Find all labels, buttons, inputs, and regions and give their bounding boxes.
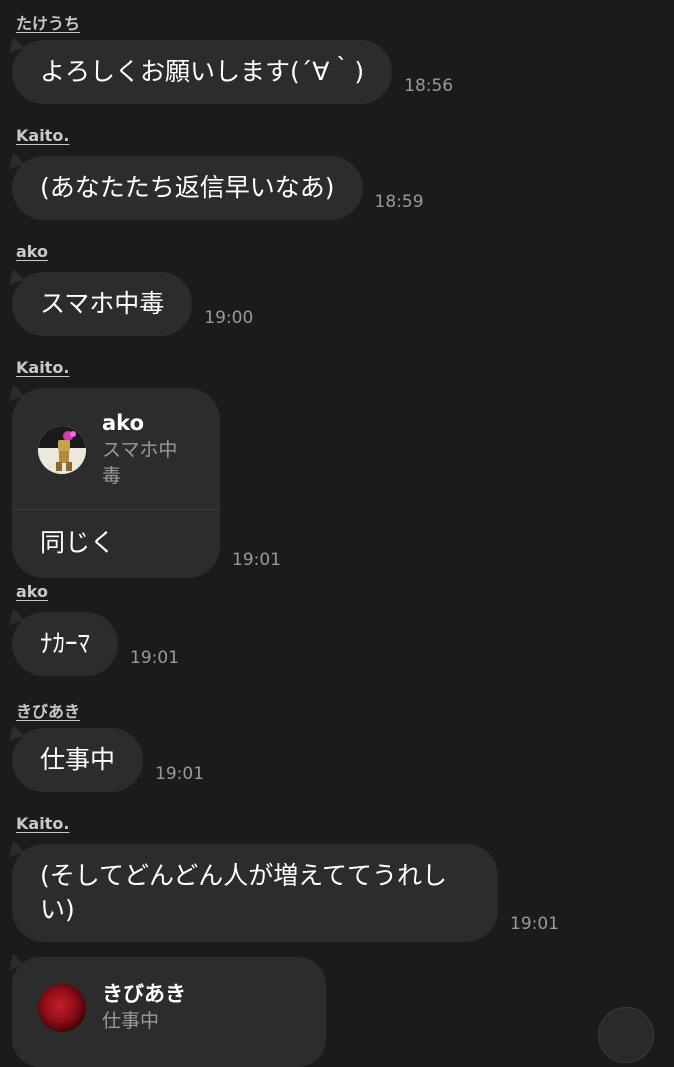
message-time: 19:01 <box>510 914 559 934</box>
message-text: 同じく <box>40 528 116 557</box>
message-time: 19:01 <box>130 648 180 668</box>
sender-name[interactable]: ako <box>16 242 48 261</box>
sender-name[interactable]: Kaito. <box>16 358 69 377</box>
sender-name[interactable]: Kaito. <box>16 814 69 833</box>
message-bubble[interactable]: (あなたたち返信早いなあ) <box>12 156 363 220</box>
quoted-message-text: 仕事中 <box>102 1010 160 1032</box>
sender-name[interactable]: Kaito. <box>16 126 69 145</box>
message-bubble[interactable]: 仕事中 <box>12 728 144 792</box>
reply-message-bubble[interactable]: きびあき 仕事中 <box>12 957 326 1067</box>
message-time: 18:56 <box>404 76 454 96</box>
quoted-sender-name: きびあき <box>102 982 186 1006</box>
message-bubble[interactable]: ﾅｶｰﾏ <box>12 612 119 676</box>
quoted-message[interactable]: きびあき 仕事中 <box>12 957 326 1054</box>
message-time: 18:59 <box>374 192 424 212</box>
cartoon-character-avatar-icon <box>38 425 86 474</box>
quoted-message-text: スマホ中毒 <box>102 439 178 487</box>
message-bubble[interactable]: よろしくお願いします(´∀｀) <box>12 40 393 104</box>
reply-message-bubble[interactable]: ako スマホ中毒 同じく <box>12 388 220 578</box>
message-time: 19:00 <box>204 308 254 328</box>
message-bubble[interactable]: (そしてどんどん人が増えててうれしい) <box>12 844 498 942</box>
sender-name[interactable]: ako <box>16 582 48 601</box>
sender-name[interactable]: きびあき <box>16 698 80 722</box>
sender-name[interactable]: たけうち <box>16 10 80 34</box>
quoted-sender-name: ako <box>102 411 144 435</box>
message-time: 19:01 <box>155 764 205 784</box>
red-flower-avatar-icon <box>38 983 86 1032</box>
scroll-down-button[interactable] <box>598 1007 654 1063</box>
quoted-message[interactable]: ako スマホ中毒 <box>12 388 220 509</box>
message-time: 19:01 <box>232 550 281 570</box>
message-bubble[interactable]: スマホ中毒 <box>12 272 193 336</box>
